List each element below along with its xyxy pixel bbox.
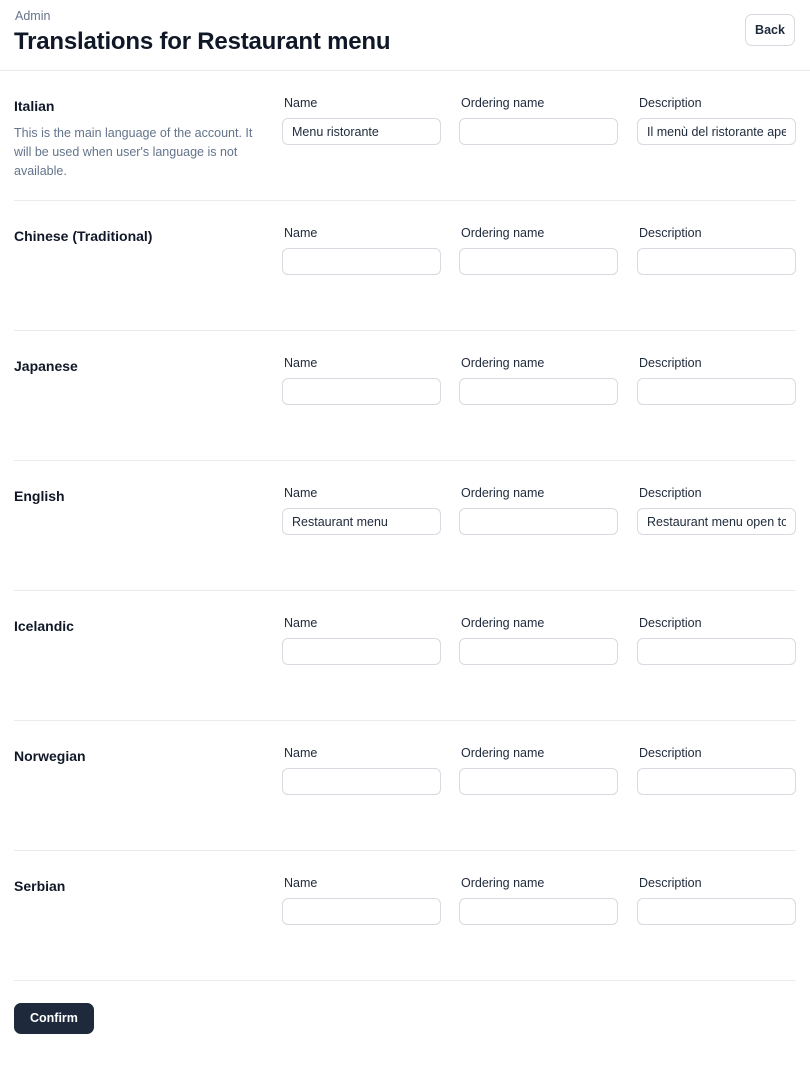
ordering-name-input[interactable] <box>459 248 618 275</box>
language-fields: Name Ordering name Description <box>282 71 796 145</box>
language-row: IcelandicName Ordering name Description <box>0 591 810 720</box>
description-field-group: Description <box>637 746 796 795</box>
language-fields: Name Ordering name Description <box>282 331 796 405</box>
name-input[interactable] <box>282 508 441 535</box>
name-input[interactable] <box>282 378 441 405</box>
language-name: Serbian <box>14 878 282 895</box>
description-field-group: Description <box>637 226 796 275</box>
name-input[interactable] <box>282 118 441 145</box>
page-footer: Confirm <box>0 981 810 1034</box>
name-label: Name <box>284 876 441 891</box>
name-label: Name <box>284 486 441 501</box>
ordering-name-input[interactable] <box>459 898 618 925</box>
ordering-name-label: Ordering name <box>461 356 618 371</box>
language-fields: Name Ordering name Description <box>282 591 796 665</box>
ordering-name-input[interactable] <box>459 768 618 795</box>
ordering-name-input[interactable] <box>459 378 618 405</box>
language-fields: Name Ordering name Description <box>282 851 796 925</box>
description-input[interactable] <box>637 768 796 795</box>
name-field-group: Name <box>282 356 441 405</box>
name-input[interactable] <box>282 768 441 795</box>
description-input[interactable] <box>637 378 796 405</box>
language-info: Italian This is the main language of the … <box>14 71 282 181</box>
language-row: JapaneseName Ordering name Description <box>0 331 810 460</box>
language-name: Chinese (Traditional) <box>14 228 282 245</box>
name-field-group: Name <box>282 746 441 795</box>
ordering-name-field-group: Ordering name <box>459 616 618 665</box>
ordering-name-label: Ordering name <box>461 486 618 501</box>
ordering-name-field-group: Ordering name <box>459 486 618 535</box>
translations-list: Italian This is the main language of the … <box>0 71 810 981</box>
description-field-group: Description <box>637 96 796 145</box>
ordering-name-input[interactable] <box>459 118 618 145</box>
name-field-group: Name <box>282 96 441 145</box>
name-input[interactable] <box>282 898 441 925</box>
ordering-name-label: Ordering name <box>461 616 618 631</box>
ordering-name-field-group: Ordering name <box>459 876 618 925</box>
description-field-group: Description <box>637 616 796 665</box>
language-info: Icelandic <box>14 591 282 635</box>
language-name: Japanese <box>14 358 282 375</box>
name-field-group: Name <box>282 876 441 925</box>
description-input[interactable] <box>637 118 796 145</box>
description-input[interactable] <box>637 898 796 925</box>
description-label: Description <box>639 356 796 371</box>
language-row: Chinese (Traditional)Name Ordering name De… <box>0 201 810 330</box>
page-title: Translations for Restaurant menu <box>14 27 794 56</box>
language-row: NorwegianName Ordering name Description <box>0 721 810 850</box>
language-row: Italian This is the main language of the … <box>0 71 810 200</box>
name-label: Name <box>284 226 441 241</box>
description-input[interactable] <box>637 638 796 665</box>
name-label: Name <box>284 96 441 111</box>
name-label: Name <box>284 616 441 631</box>
breadcrumb[interactable]: Admin <box>15 8 794 24</box>
language-name: Italian <box>14 98 282 115</box>
description-field-group: Description <box>637 486 796 535</box>
name-field-group: Name <box>282 226 441 275</box>
description-label: Description <box>639 876 796 891</box>
name-input[interactable] <box>282 638 441 665</box>
language-fields: Name Ordering name Description <box>282 721 796 795</box>
ordering-name-label: Ordering name <box>461 226 618 241</box>
description-input[interactable] <box>637 248 796 275</box>
confirm-button[interactable]: Confirm <box>14 1003 94 1034</box>
language-fields: Name Ordering name Description <box>282 461 796 535</box>
ordering-name-field-group: Ordering name <box>459 356 618 405</box>
name-field-group: Name <box>282 486 441 535</box>
ordering-name-label: Ordering name <box>461 746 618 761</box>
language-name: Icelandic <box>14 618 282 635</box>
language-row: EnglishName Ordering name Description <box>0 461 810 590</box>
language-row: SerbianName Ordering name Description <box>0 851 810 980</box>
language-info: Serbian <box>14 851 282 895</box>
ordering-name-input[interactable] <box>459 638 618 665</box>
description-label: Description <box>639 486 796 501</box>
back-button[interactable]: Back <box>745 14 795 46</box>
language-info: Norwegian <box>14 721 282 765</box>
description-input[interactable] <box>637 508 796 535</box>
ordering-name-field-group: Ordering name <box>459 746 618 795</box>
language-info: Chinese (Traditional) <box>14 201 282 245</box>
name-input[interactable] <box>282 248 441 275</box>
ordering-name-field-group: Ordering name <box>459 226 618 275</box>
description-label: Description <box>639 96 796 111</box>
description-field-group: Description <box>637 876 796 925</box>
language-info: English <box>14 461 282 505</box>
description-label: Description <box>639 226 796 241</box>
description-label: Description <box>639 746 796 761</box>
ordering-name-field-group: Ordering name <box>459 96 618 145</box>
page-header: Admin Translations for Restaurant menu B… <box>0 0 810 71</box>
ordering-name-label: Ordering name <box>461 96 618 111</box>
language-name: English <box>14 488 282 505</box>
ordering-name-label: Ordering name <box>461 876 618 891</box>
language-name: Norwegian <box>14 748 282 765</box>
language-info: Japanese <box>14 331 282 375</box>
description-label: Description <box>639 616 796 631</box>
description-field-group: Description <box>637 356 796 405</box>
language-note: This is the main language of the account… <box>14 124 254 181</box>
name-field-group: Name <box>282 616 441 665</box>
ordering-name-input[interactable] <box>459 508 618 535</box>
name-label: Name <box>284 356 441 371</box>
name-label: Name <box>284 746 441 761</box>
language-fields: Name Ordering name Description <box>282 201 796 275</box>
